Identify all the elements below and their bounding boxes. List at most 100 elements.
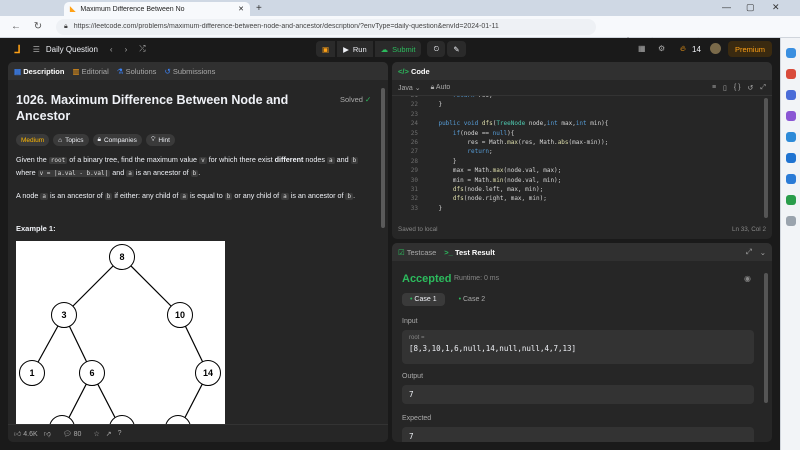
timer-button[interactable]: ⏲ bbox=[427, 41, 446, 57]
outlook-ext-icon[interactable] bbox=[785, 153, 796, 163]
companies-tag[interactable]: 🔒︎ Companies bbox=[92, 134, 142, 146]
tab-submissions[interactable]: ↺ Submissions bbox=[164, 67, 215, 76]
expand-icon[interactable]: ⤢ bbox=[746, 247, 752, 257]
tag-icon: ⌂ bbox=[58, 136, 63, 144]
new-tab-icon[interactable]: + bbox=[256, 3, 262, 14]
code-line: max = Math.max(node.val, max); bbox=[424, 167, 562, 175]
editor-scrollbar[interactable] bbox=[764, 98, 768, 218]
tab-description[interactable]: ▤ Description bbox=[14, 67, 64, 76]
runtime-text: Runtime: 0 ms bbox=[454, 275, 500, 282]
shuffle-icon[interactable]: ⤮ bbox=[139, 44, 145, 54]
dislike-button[interactable]: 👎︎ bbox=[44, 429, 51, 438]
input-label: Input bbox=[402, 318, 418, 325]
settings-icon[interactable]: ⚙ bbox=[658, 44, 665, 53]
code-b: b bbox=[190, 170, 199, 177]
tree-node: 1 bbox=[19, 360, 45, 386]
case-1-tab[interactable]: • Case 1 bbox=[402, 293, 445, 306]
line-number: 23 bbox=[410, 110, 418, 118]
language-select[interactable]: Java ⌄ bbox=[398, 84, 421, 92]
editor-status: Saved to local bbox=[398, 226, 438, 233]
layout-icon[interactable]: ▦ bbox=[638, 44, 646, 53]
result-scrollbar[interactable] bbox=[764, 273, 768, 403]
example-label: Example 1: bbox=[16, 224, 56, 233]
tab-solutions[interactable]: ⚗ Solutions bbox=[117, 67, 157, 76]
desc-text: where bbox=[16, 168, 36, 177]
office-ext-icon[interactable] bbox=[785, 132, 796, 142]
code-panel: </> Code Java ⌄ 🔒︎ Auto ≡ ▯ { } ↺ ⤢ 21 r… bbox=[392, 62, 772, 239]
tab-editorial[interactable]: ▥ Editorial bbox=[72, 67, 108, 76]
list-icon[interactable]: ☰ bbox=[33, 45, 40, 54]
code-b: b bbox=[104, 193, 113, 200]
desc-line-1: Given the root of a binary tree, find th… bbox=[16, 154, 376, 167]
prev-problem-icon[interactable]: ‹ bbox=[110, 45, 113, 54]
back-icon[interactable]: ← bbox=[10, 21, 22, 32]
leetcode-logo-icon[interactable]: ᒧ bbox=[14, 43, 21, 56]
input-value: [8,3,10,1,6,null,14,null,null,4,7,13] bbox=[409, 344, 577, 353]
browser-tab-title: Maximum Difference Between No bbox=[80, 5, 185, 13]
share-button[interactable]: ↗ bbox=[106, 430, 112, 438]
add-ext-icon[interactable] bbox=[785, 216, 796, 226]
submit-button[interactable]: ☁ Submit bbox=[374, 41, 422, 57]
desc-text: nodes bbox=[305, 155, 325, 164]
case-2-tab[interactable]: • Case 2 bbox=[451, 293, 494, 306]
autocomplete-toggle[interactable]: 🔒︎ Auto bbox=[431, 84, 451, 92]
run-submit-group: ▣ ▶ Run ☁ Submit ⏲ ✎ bbox=[316, 41, 466, 57]
hint-tag[interactable]: 💡︎ Hint bbox=[145, 134, 175, 146]
games-ext-icon[interactable] bbox=[785, 111, 796, 121]
daily-question-link[interactable]: Daily Question bbox=[46, 45, 98, 54]
code-b: b bbox=[350, 157, 359, 164]
browser-tab[interactable]: ◣ Maximum Difference Between No ✕ bbox=[64, 2, 250, 16]
fullscreen-icon[interactable]: ⤢ bbox=[760, 84, 766, 92]
shopping-ext-icon[interactable] bbox=[785, 69, 796, 79]
expected-value: 7 bbox=[402, 427, 754, 442]
search-ext-icon[interactable] bbox=[785, 48, 796, 58]
help-button[interactable]: ? bbox=[118, 430, 122, 437]
line-number: 27 bbox=[410, 148, 418, 156]
collapse-icon[interactable]: ⌄ bbox=[760, 248, 766, 257]
code-a: a bbox=[326, 157, 335, 164]
debug-button[interactable]: ▣ bbox=[316, 41, 336, 57]
description-tabs: ▤ Description ▥ Editorial ⚗ Solutions ↺ … bbox=[8, 62, 388, 80]
tab-test-result[interactable]: >_ Test Result bbox=[444, 248, 495, 257]
green-ext-icon[interactable] bbox=[785, 195, 796, 205]
url-field[interactable]: 🔒︎ https://leetcode.com/problems/maximum… bbox=[56, 18, 596, 35]
premium-button[interactable]: Premium bbox=[728, 41, 772, 57]
bookmark-icon[interactable]: ▯ bbox=[723, 84, 727, 92]
description-scrollbar[interactable] bbox=[381, 88, 385, 228]
code-tab[interactable]: </> Code bbox=[398, 67, 430, 76]
reset-icon[interactable]: ↺ bbox=[748, 84, 754, 92]
auto-label: Auto bbox=[435, 83, 451, 91]
comments-button[interactable]: 💬︎ 80 bbox=[63, 430, 82, 438]
favorite-button[interactable]: ☆ bbox=[93, 430, 99, 438]
code-line: res = Math.max(res, Math.abs(max-min)); bbox=[424, 139, 609, 146]
notes-icon[interactable]: ≡ bbox=[712, 84, 716, 92]
language-label: Java bbox=[398, 84, 413, 92]
difficulty-badge[interactable]: Medium bbox=[16, 134, 50, 146]
maximize-icon[interactable]: ▢ bbox=[746, 2, 755, 13]
minimize-icon[interactable]: — bbox=[722, 2, 731, 12]
tab-testcase[interactable]: ☑ Testcase bbox=[398, 248, 436, 257]
avatar[interactable] bbox=[710, 43, 721, 54]
view-icon[interactable]: ◉ bbox=[744, 274, 751, 283]
code-line: public void dfs(TreeNode node,int max,in… bbox=[438, 120, 609, 128]
streak-fire-icon[interactable]: 🔥︎ bbox=[680, 44, 686, 54]
code-line: } bbox=[424, 157, 457, 165]
case-2-label: Case 2 bbox=[463, 296, 486, 303]
solved-badge: Solved ✓ bbox=[340, 95, 371, 104]
tools-ext-icon[interactable] bbox=[785, 90, 796, 100]
notes-button[interactable]: ✎ bbox=[447, 41, 466, 57]
close-tab-icon[interactable]: ✕ bbox=[238, 5, 244, 13]
lock-icon: 🔒︎ bbox=[430, 83, 435, 91]
refresh-icon[interactable]: ↻ bbox=[32, 21, 44, 32]
format-icon[interactable]: { } bbox=[734, 84, 741, 92]
problem-title: 1026. Maximum Difference Between Node an… bbox=[16, 93, 289, 123]
like-button[interactable]: 👍︎ 4.6K bbox=[14, 429, 38, 438]
code-editor[interactable]: 21 return res; 22 } 23 24 public void dfs(T… bbox=[392, 96, 772, 224]
drop-ext-icon[interactable] bbox=[785, 174, 796, 184]
code-line: return res; bbox=[424, 96, 493, 99]
next-problem-icon[interactable]: › bbox=[125, 45, 128, 54]
window-close-icon[interactable]: ✕ bbox=[772, 2, 780, 13]
tree-node: 3 bbox=[51, 302, 77, 328]
run-button[interactable]: ▶ Run bbox=[337, 41, 373, 57]
topics-tag[interactable]: ⌂ Topics bbox=[53, 134, 89, 146]
